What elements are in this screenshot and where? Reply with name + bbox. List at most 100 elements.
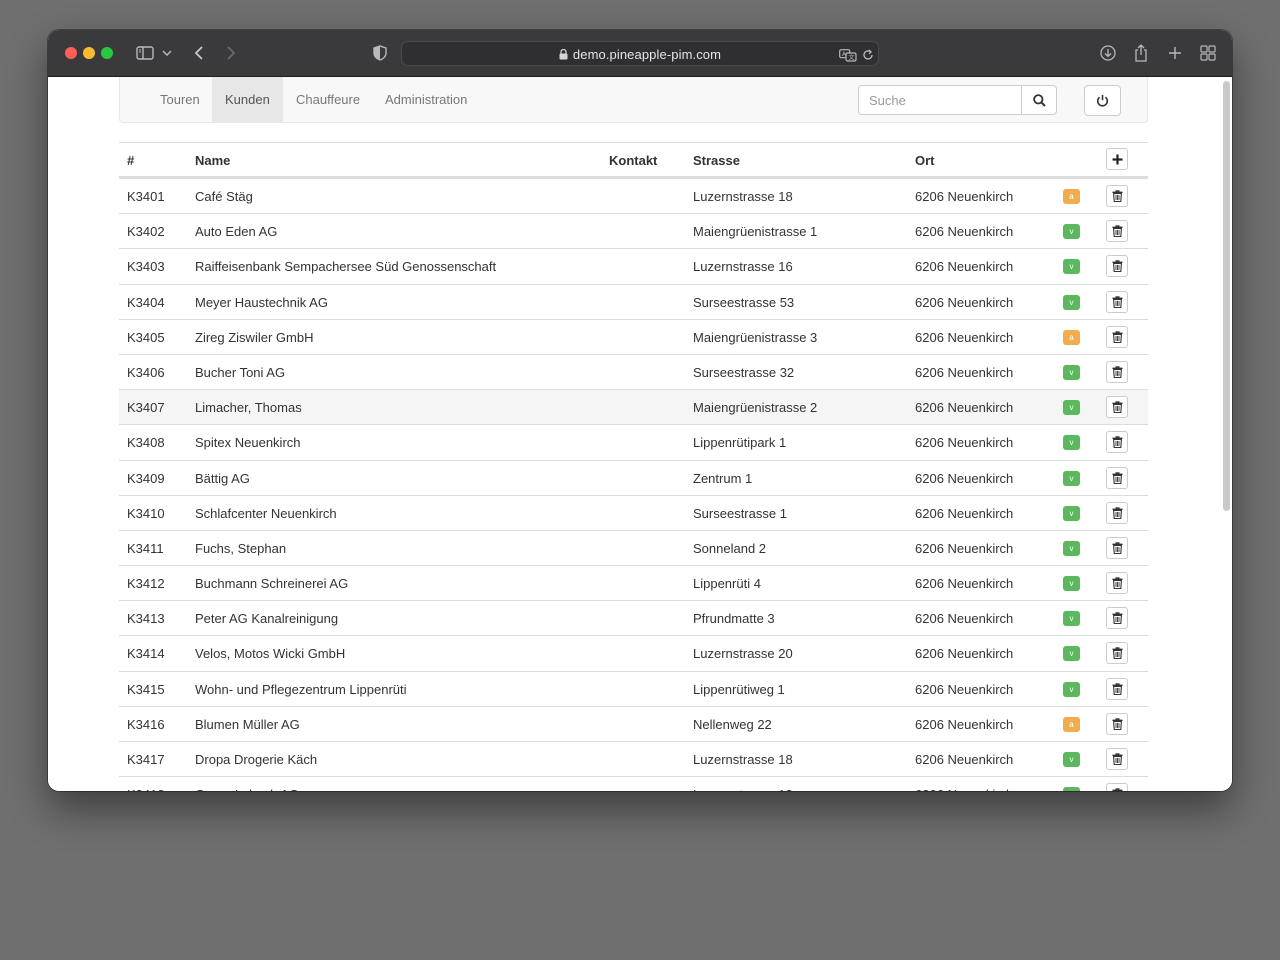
- trash-icon: [1112, 436, 1122, 449]
- customer-street: Pfrundmatte 3: [693, 611, 775, 627]
- delete-customer-button[interactable]: [1106, 466, 1128, 489]
- table-row[interactable]: K3418 Georg Imbach AG Luzernstrasse 18 6206…: [119, 776, 1148, 791]
- nav-item-kunden[interactable]: Kunden: [212, 77, 283, 122]
- status-badge: v: [1063, 505, 1080, 521]
- delete-customer-button[interactable]: [1106, 360, 1128, 383]
- status-badge: v: [1063, 681, 1080, 697]
- customer-name: Blumen Müller AG: [195, 716, 300, 732]
- status-badge: v: [1063, 787, 1080, 791]
- customer-city: 6206 Neuenkirch: [915, 294, 1014, 310]
- translate-icon[interactable]: A文: [838, 44, 858, 66]
- table-row[interactable]: K3410 Schlafcenter Neuenkirch Surseestrass…: [119, 494, 1148, 530]
- delete-customer-button[interactable]: [1106, 220, 1128, 243]
- delete-customer-button[interactable]: [1106, 396, 1128, 419]
- customer-city: 6206 Neuenkirch: [915, 189, 1014, 204]
- status-badge: a: [1063, 329, 1080, 345]
- table-row[interactable]: K3402 Auto Eden AG Maiengrüenistrasse 1 620…: [119, 213, 1148, 248]
- table-row[interactable]: K3413 Peter AG Kanalreinigung Pfrundmatte …: [119, 600, 1148, 635]
- column-header-name: Name: [195, 153, 231, 168]
- delete-customer-button[interactable]: [1106, 501, 1128, 524]
- table-row[interactable]: K3407 Limacher, Thomas Maiengrüenistrasse …: [119, 389, 1148, 425]
- delete-customer-button[interactable]: [1106, 607, 1128, 630]
- customer-id: K3412: [127, 576, 165, 592]
- share-icon[interactable]: [1130, 42, 1152, 64]
- table-row[interactable]: K3411 Fuchs, Stephan Sonneland 2 6206 Neuen…: [119, 529, 1148, 565]
- status-badge: v: [1063, 364, 1080, 380]
- customer-city: 6206 Neuenkirch: [915, 364, 1014, 380]
- table-row[interactable]: K3414 Velos, Motos Wicki GmbH Luzernstrass…: [119, 635, 1148, 670]
- trash-icon: [1112, 366, 1122, 378]
- nav-item-chauffeure[interactable]: Chauffeure: [283, 77, 373, 122]
- delete-customer-button[interactable]: [1106, 748, 1128, 770]
- nav-item-administration[interactable]: Administration: [372, 77, 480, 122]
- chevron-down-icon[interactable]: [160, 42, 174, 64]
- delete-customer-button[interactable]: [1106, 712, 1128, 735]
- delete-customer-button[interactable]: [1106, 185, 1128, 207]
- table-row[interactable]: K3416 Blumen Müller AG Nellenweg 22 6206 Ne…: [119, 705, 1148, 741]
- trash-icon: [1112, 647, 1122, 660]
- customer-name: Fuchs, Stephan: [195, 540, 287, 556]
- privacy-shield-icon[interactable]: [369, 42, 391, 64]
- delete-customer-button[interactable]: [1106, 642, 1128, 665]
- main-navbar: Touren Kunden Chauffeure Administration: [119, 77, 1148, 123]
- tab-overview-icon[interactable]: [1197, 42, 1219, 64]
- page-scrollbar[interactable]: [1223, 81, 1230, 511]
- address-bar[interactable]: demo.pineapple-pim.com A文: [401, 41, 879, 66]
- customer-street: Lippenrütipark 1: [693, 435, 787, 451]
- customer-id: K3413: [127, 611, 165, 627]
- customer-city: 6206 Neuenkirch: [915, 752, 1014, 767]
- trash-icon: [1112, 753, 1122, 765]
- customer-street: Luzernstrasse 18: [693, 189, 793, 204]
- delete-customer-button[interactable]: [1106, 325, 1128, 348]
- customer-street: Lippenrüti 4: [693, 576, 761, 592]
- trash-icon: [1112, 718, 1122, 730]
- table-body: K3401 Café Stäg Luzernstrasse 18 6206 Neuen…: [119, 178, 1148, 791]
- new-tab-plus-icon[interactable]: [1164, 42, 1186, 64]
- delete-customer-button[interactable]: [1106, 783, 1128, 791]
- nav-item-touren[interactable]: Touren: [147, 77, 213, 122]
- close-window-button[interactable]: [65, 47, 77, 59]
- status-badge: v: [1063, 646, 1080, 662]
- status-badge: v: [1063, 294, 1080, 310]
- logout-button[interactable]: [1084, 85, 1121, 116]
- table-row[interactable]: K3405 Zireg Ziswiler GmbH Maiengrüenistras…: [119, 318, 1148, 354]
- search-icon: [1032, 93, 1046, 107]
- status-badge: v: [1063, 576, 1080, 592]
- table-header: # Name Kontakt Strasse Ort: [119, 143, 1148, 178]
- table-row[interactable]: K3404 Meyer Haustechnik AG Surseestrasse 5…: [119, 283, 1148, 319]
- table-row[interactable]: K3415 Wohn- und Pflegezentrum Lippenrüti L…: [119, 670, 1148, 706]
- trash-icon: [1112, 331, 1122, 343]
- forward-arrow-icon[interactable]: [220, 42, 242, 64]
- customer-city: 6206 Neuenkirch: [915, 787, 1013, 791]
- delete-customer-button[interactable]: [1106, 572, 1128, 595]
- customer-street: Luzernstrasse 20: [693, 646, 793, 662]
- trash-icon: [1112, 225, 1122, 238]
- status-badge: v: [1063, 752, 1080, 767]
- table-row[interactable]: K3417 Dropa Drogerie Käch Luzernstrasse 18…: [119, 741, 1148, 776]
- trash-icon: [1112, 682, 1122, 695]
- delete-customer-button[interactable]: [1106, 677, 1128, 700]
- table-row[interactable]: K3401 Café Stäg Luzernstrasse 18 6206 Neuen…: [119, 178, 1148, 213]
- download-icon[interactable]: [1097, 42, 1119, 64]
- search-button[interactable]: [1021, 85, 1057, 115]
- customer-street: Surseestrasse 53: [693, 294, 795, 310]
- delete-customer-button[interactable]: [1106, 290, 1128, 313]
- delete-customer-button[interactable]: [1106, 536, 1128, 559]
- table-row[interactable]: K3408 Spitex Neuenkirch Lippenrütipark 1 62…: [119, 424, 1148, 459]
- table-row[interactable]: K3406 Bucher Toni AG Surseestrasse 32 6206 …: [119, 353, 1148, 389]
- zoom-window-button[interactable]: [101, 47, 113, 59]
- delete-customer-button[interactable]: [1106, 431, 1128, 454]
- table-row[interactable]: K3409 Bättig AG Zentrum 1 6206 Neuenkirch v: [119, 459, 1148, 495]
- minimize-window-button[interactable]: [83, 47, 95, 59]
- table-row[interactable]: K3403 Raiffeisenbank Sempachersee Süd Gen…: [119, 248, 1148, 283]
- customer-street: Maiengrüenistrasse 2: [693, 400, 818, 416]
- customer-city: 6206 Neuenkirch: [915, 505, 1014, 521]
- customer-name: Schlafcenter Neuenkirch: [195, 505, 337, 521]
- delete-customer-button[interactable]: [1106, 255, 1128, 278]
- table-row[interactable]: K3412 Buchmann Schreinerei AG Lippenrüti 4…: [119, 565, 1148, 600]
- reload-icon[interactable]: [860, 44, 876, 66]
- sidebar-toggle-icon[interactable]: [134, 42, 156, 64]
- search-input[interactable]: [858, 85, 1022, 115]
- add-customer-button[interactable]: [1106, 148, 1128, 170]
- back-arrow-icon[interactable]: [188, 42, 210, 64]
